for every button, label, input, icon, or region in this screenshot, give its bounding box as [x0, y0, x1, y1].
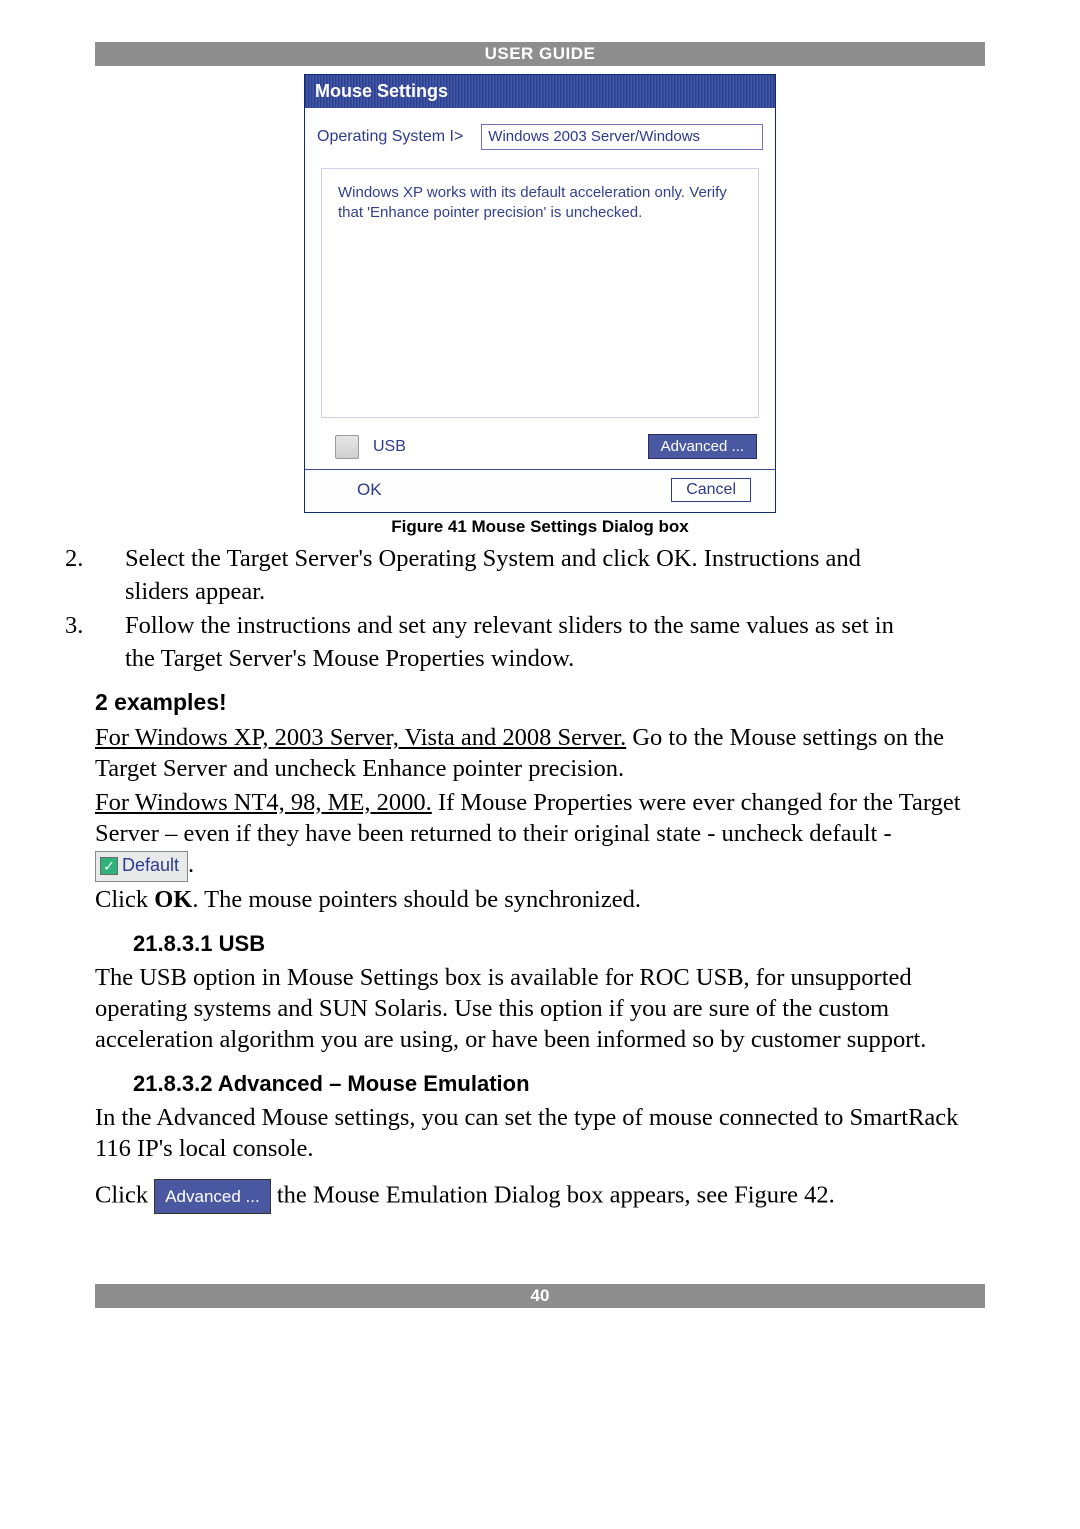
- mouse-settings-dialog: Mouse Settings Operating System I> Windo…: [304, 74, 776, 513]
- dialog-title: Mouse Settings: [305, 75, 775, 108]
- figure-caption: Figure 41 Mouse Settings Dialog box: [95, 517, 985, 537]
- advanced-button-inline[interactable]: Advanced ...: [154, 1179, 271, 1215]
- step-2-cont: sliders appear.: [95, 576, 985, 607]
- advanced-body: In the Advanced Mouse settings, you can …: [95, 1102, 985, 1165]
- check-icon: ✓: [100, 857, 118, 875]
- usb-label: USB: [373, 438, 406, 456]
- os-label: Operating System I>: [317, 128, 463, 146]
- example-xp-title: For Windows XP, 2003 Server, Vista and 2…: [95, 724, 626, 751]
- page-footer: 40: [95, 1284, 985, 1308]
- default-checkbox-chip[interactable]: ✓Default: [95, 851, 188, 882]
- step-3-cont: the Target Server's Mouse Properties win…: [95, 643, 985, 674]
- step-2: 2.Select the Target Server's Operating S…: [95, 543, 985, 574]
- page-number: 40: [531, 1286, 550, 1305]
- examples-heading: 2 examples!: [95, 688, 985, 717]
- usb-icon: [335, 435, 359, 459]
- usb-body: The USB option in Mouse Settings box is …: [95, 962, 985, 1056]
- usb-heading: 21.8.3.1 USB: [133, 930, 985, 958]
- advanced-heading: 21.8.3.2 Advanced – Mouse Emulation: [133, 1070, 985, 1098]
- example-nt: For Windows NT4, 98, ME, 2000. If Mouse …: [95, 787, 985, 883]
- example-nt-title: For Windows NT4, 98, ME, 2000.: [95, 789, 432, 816]
- os-select[interactable]: Windows 2003 Server/Windows: [481, 124, 763, 150]
- click-ok-line: Click OK. The mouse pointers should be s…: [95, 884, 985, 915]
- header-title: USER GUIDE: [485, 44, 596, 63]
- advanced-click-line: Click Advanced ... the Mouse Emulation D…: [95, 1179, 985, 1215]
- example-xp: For Windows XP, 2003 Server, Vista and 2…: [95, 722, 985, 785]
- page-header: USER GUIDE: [95, 42, 985, 66]
- step-3: 3.Follow the instructions and set any re…: [95, 610, 985, 641]
- cancel-button[interactable]: Cancel: [671, 478, 751, 502]
- dialog-message: Windows XP works with its default accele…: [321, 168, 759, 418]
- ok-button[interactable]: OK: [357, 480, 382, 500]
- advanced-button[interactable]: Advanced ...: [648, 434, 757, 459]
